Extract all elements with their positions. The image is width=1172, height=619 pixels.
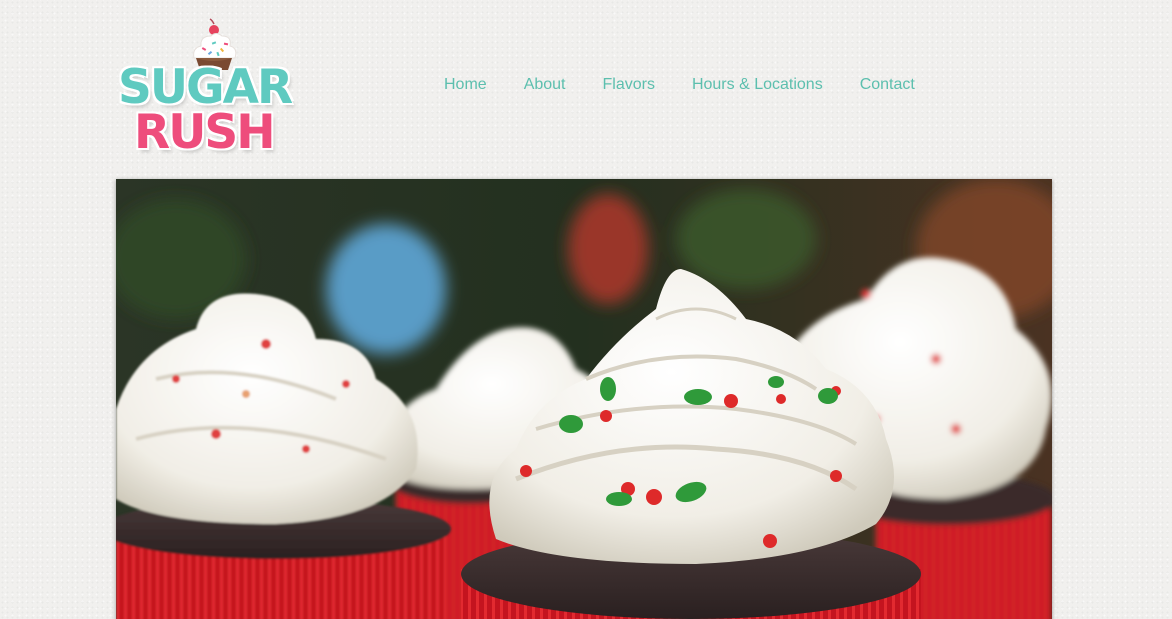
nav-contact-link[interactable]: Contact [860, 76, 915, 94]
logo-wordmark: SUGAR RUSH [116, 64, 316, 156]
nav-home-link[interactable]: Home [444, 76, 487, 94]
main-navigation: Home About Flavors Hours & Locations Con… [444, 76, 952, 94]
nav-flavors-link[interactable]: Flavors [603, 76, 655, 94]
hero-image [116, 179, 1052, 619]
logo-line-sugar: SUGAR [118, 60, 293, 115]
logo-line-rush: RUSH [134, 105, 276, 160]
nav-hours-locations-link[interactable]: Hours & Locations [692, 76, 823, 94]
cupcakes-photo [116, 179, 1052, 619]
site-logo[interactable]: SUGAR RUSH [116, 18, 316, 163]
nav-about-link[interactable]: About [524, 76, 566, 94]
